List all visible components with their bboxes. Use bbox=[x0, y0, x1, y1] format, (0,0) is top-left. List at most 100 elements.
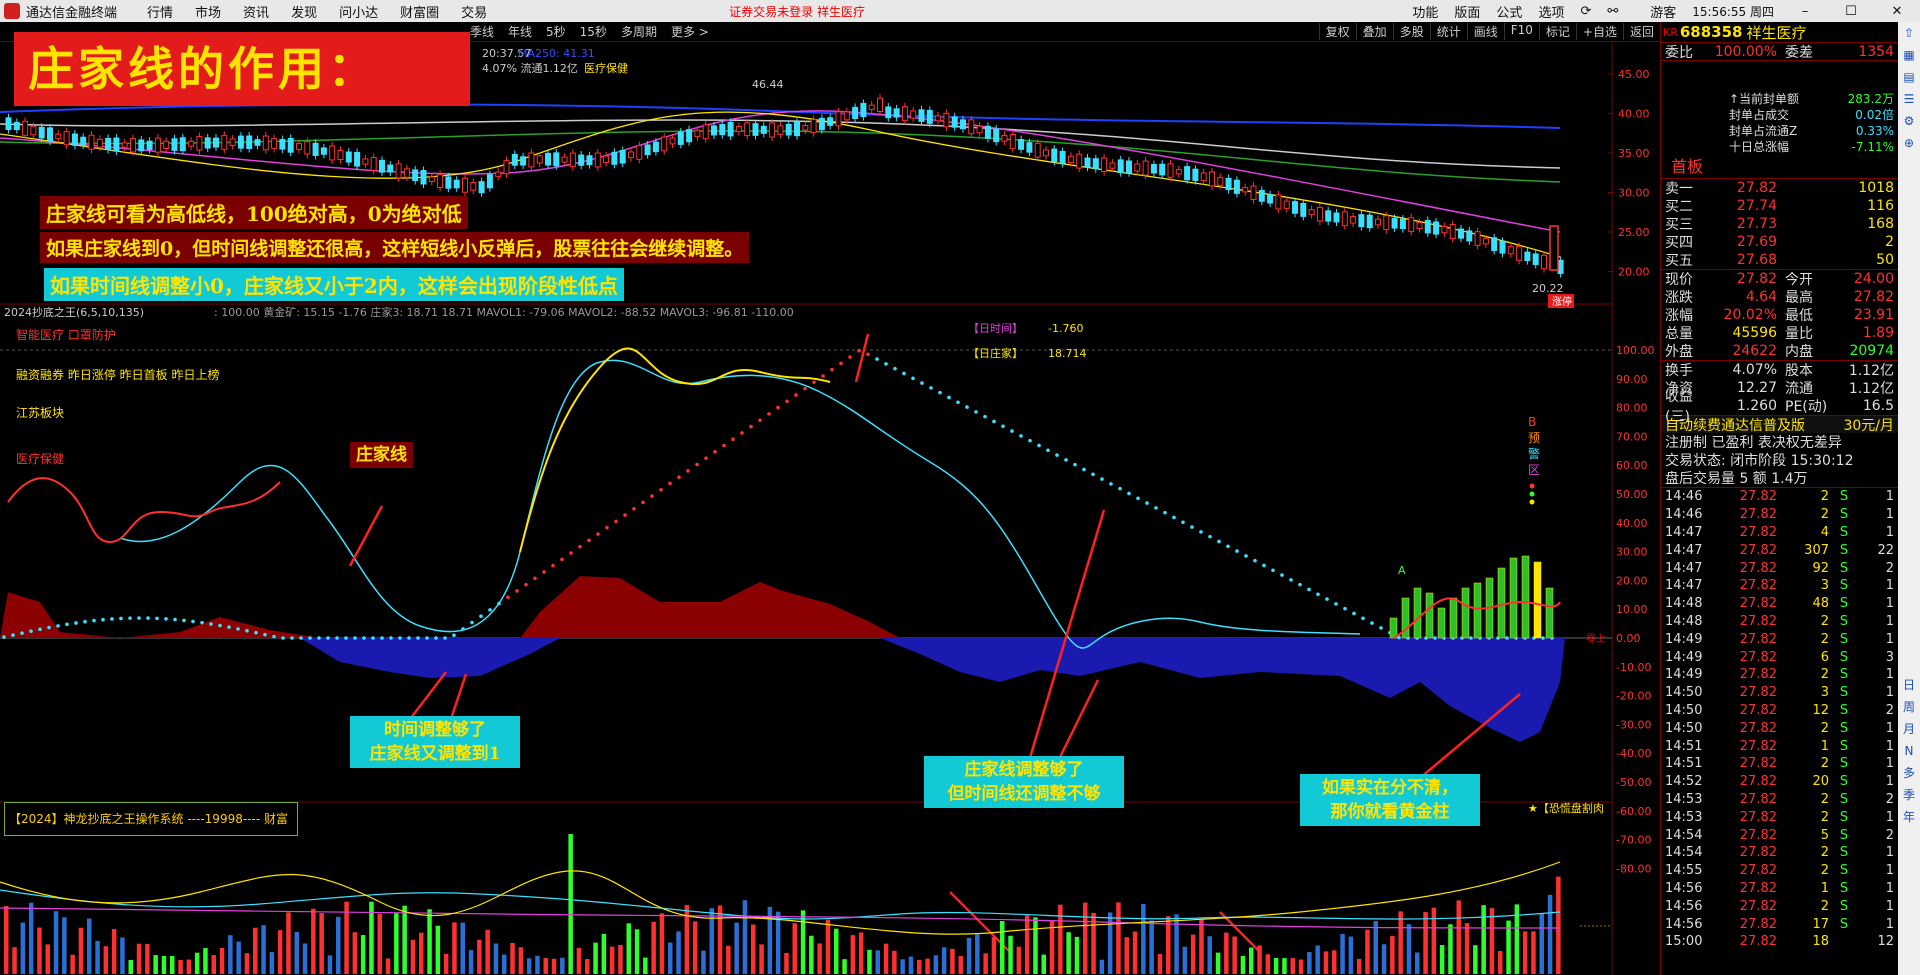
period-5s[interactable]: 5秒 bbox=[546, 23, 566, 40]
candle-body bbox=[96, 138, 103, 148]
maximize-icon[interactable]: ☐ bbox=[1836, 4, 1866, 19]
period-year[interactable]: 年线 bbox=[508, 23, 532, 40]
period-side-icon[interactable]: 月 bbox=[1903, 718, 1915, 740]
settings-icon[interactable]: ⚙ bbox=[1904, 110, 1915, 132]
candle-body bbox=[528, 152, 535, 168]
promo-price[interactable]: 30元/月 bbox=[1843, 415, 1894, 435]
candle-body bbox=[868, 104, 875, 110]
zoom-icon[interactable]: ⊕ bbox=[1904, 132, 1914, 154]
close-icon[interactable]: ✕ bbox=[1882, 4, 1912, 19]
menu-banmian[interactable]: 版面 bbox=[1454, 2, 1480, 21]
candle-body bbox=[88, 134, 95, 150]
chart-icon[interactable]: ▤ bbox=[1903, 66, 1914, 88]
volume-bar bbox=[311, 908, 316, 974]
menu-faxian[interactable]: 发现 bbox=[291, 2, 317, 21]
link-icon[interactable]: ⚯ bbox=[1607, 4, 1618, 19]
candle-body bbox=[1424, 219, 1431, 234]
candle-body bbox=[1233, 179, 1240, 194]
menu-zixun[interactable]: 资讯 bbox=[243, 2, 269, 21]
quote-stats: 现价 27.82 今开 24.00 涨跌 4.64 最高 27.82 涨幅 20.02% 最低 23.… bbox=[1661, 269, 1898, 360]
candle-body bbox=[254, 139, 261, 146]
zj-dot bbox=[218, 623, 222, 628]
period-season[interactable]: 季线 bbox=[470, 23, 494, 40]
tick-list[interactable]: 14:46 27.82 2 S 1 14:46 27.82 2 S 1 14:47 27.82 4 S 1 1… bbox=[1661, 487, 1898, 951]
period-more[interactable]: 更多 > bbox=[671, 23, 709, 40]
candle-body bbox=[154, 137, 161, 153]
up-arrow-icon[interactable]: ⇧ bbox=[1904, 22, 1914, 44]
candle-body bbox=[171, 138, 178, 151]
tool-biaoji[interactable]: 标记 bbox=[1538, 23, 1576, 40]
guest-label[interactable]: 游客 bbox=[1650, 2, 1676, 21]
tick-price: 27.82 bbox=[1739, 596, 1777, 612]
stat-row: 总量 45596 量比 1.89 bbox=[1661, 324, 1898, 342]
after-hours-row: 盘后交易量 5 额 1.4万 bbox=[1665, 471, 1808, 487]
candle-body bbox=[246, 135, 253, 149]
menu-gongshi[interactable]: 公式 bbox=[1496, 2, 1522, 21]
zj-dot bbox=[272, 634, 276, 639]
zj-dot bbox=[1325, 597, 1329, 601]
tool-tongji[interactable]: 统计 bbox=[1429, 23, 1467, 40]
tool-huaxian[interactable]: 画线 bbox=[1466, 23, 1504, 40]
volume-bar bbox=[1415, 952, 1420, 974]
volume-bar bbox=[784, 952, 789, 974]
zj-dot bbox=[1163, 510, 1167, 515]
tick-qty: 2 bbox=[1820, 863, 1829, 879]
volume-bar bbox=[1406, 924, 1412, 974]
tool-zixuan[interactable]: +自选 bbox=[1575, 23, 1623, 40]
tool-f10[interactable]: F10 bbox=[1503, 23, 1539, 40]
period-side-icon[interactable]: 日 bbox=[1903, 674, 1915, 696]
sector-label-2: 融资融券 昨日涨停 昨日首板 昨日上榜 bbox=[16, 368, 220, 382]
promo-row[interactable]: 自动续费通达信普及版 30元/月 bbox=[1661, 415, 1898, 435]
list-icon[interactable]: ☰ bbox=[1904, 88, 1915, 110]
alert-qu: 区 bbox=[1528, 463, 1540, 477]
indicator-axis-label: 80.00 bbox=[1616, 402, 1648, 415]
price-axis-label: 40.00 bbox=[1618, 108, 1650, 121]
minimize-icon[interactable]: – bbox=[1790, 4, 1820, 19]
period-15s[interactable]: 15秒 bbox=[580, 23, 607, 40]
menu-shichang[interactable]: 市场 bbox=[195, 2, 221, 21]
volume-bar bbox=[236, 941, 241, 974]
candle-body bbox=[495, 171, 502, 177]
book-label: 买四 bbox=[1665, 235, 1693, 251]
zj-dot bbox=[1262, 563, 1266, 568]
period-side-icon[interactable]: 季 bbox=[1903, 784, 1915, 806]
volume-bar bbox=[460, 922, 465, 974]
book-price: 27.69 bbox=[1736, 234, 1777, 250]
order-book-row[interactable]: 买五 27.68 50 bbox=[1661, 251, 1898, 269]
tool-fuquan[interactable]: 复权 bbox=[1318, 23, 1356, 40]
zj-dot bbox=[1244, 554, 1248, 558]
indicator-axis-label: 20.00 bbox=[1616, 574, 1648, 587]
order-book-row[interactable]: 买四 27.69 2 bbox=[1661, 233, 1898, 251]
volume-bar bbox=[352, 932, 358, 974]
order-book-row[interactable]: 买二 27.74 116 bbox=[1661, 197, 1898, 215]
volume-bar bbox=[1033, 917, 1038, 974]
candle-body bbox=[561, 156, 568, 163]
period-side-icon[interactable]: 年 bbox=[1903, 806, 1915, 828]
menu-hangqing[interactable]: 行情 bbox=[147, 2, 173, 21]
period-side-icon[interactable]: 周 bbox=[1903, 696, 1915, 718]
volume-bar bbox=[1074, 936, 1080, 974]
volume-bar bbox=[1008, 935, 1013, 974]
tick-count: 1 bbox=[1885, 507, 1894, 523]
menu-gongneng[interactable]: 功能 bbox=[1412, 2, 1438, 21]
period-side-icon[interactable]: 多 bbox=[1903, 762, 1915, 784]
candle-body bbox=[935, 115, 942, 122]
menu-caifuquan[interactable]: 财富圈 bbox=[400, 2, 439, 21]
period-multi[interactable]: 多周期 bbox=[621, 23, 657, 40]
grid-icon[interactable]: ▦ bbox=[1903, 44, 1914, 66]
order-book-row[interactable]: 买三 27.73 168 bbox=[1661, 215, 1898, 233]
order-book-row[interactable]: 卖一 27.82 1018 bbox=[1661, 179, 1898, 197]
tool-diejia[interactable]: 叠加 bbox=[1355, 23, 1393, 40]
period-side-icon[interactable]: N bbox=[1905, 740, 1914, 762]
menu-xuanxiang[interactable]: 选项 bbox=[1538, 2, 1564, 21]
volume-bar bbox=[1083, 902, 1088, 974]
candle-body bbox=[387, 164, 394, 173]
tool-duogu[interactable]: 多股 bbox=[1392, 23, 1430, 40]
refresh-icon[interactable]: ⟳ bbox=[1580, 4, 1591, 19]
tick-row: 14:47 27.82 307 S 22 bbox=[1661, 541, 1898, 559]
menu-wenxiaoda[interactable]: 问小达 bbox=[339, 2, 378, 21]
zj-dot bbox=[1235, 549, 1239, 553]
volume-bar bbox=[1365, 929, 1370, 974]
tool-fanhui[interactable]: 返回 bbox=[1622, 23, 1660, 40]
menu-jiaoyi[interactable]: 交易 bbox=[461, 2, 487, 21]
